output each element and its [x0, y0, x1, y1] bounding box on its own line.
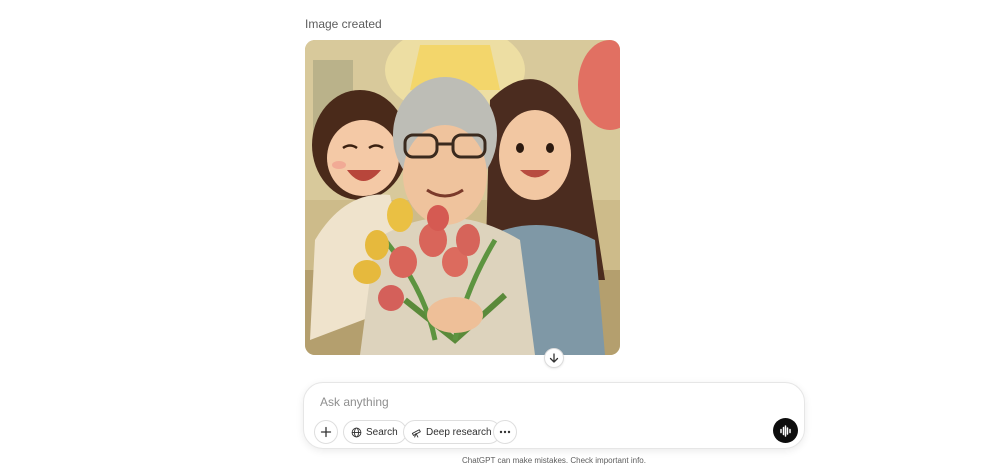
prompt-input[interactable] [320, 392, 760, 412]
search-label: Search [366, 426, 398, 438]
search-button[interactable]: Search [343, 420, 407, 444]
globe-icon [351, 427, 362, 437]
scroll-down-button[interactable] [544, 348, 564, 368]
plus-icon [320, 426, 332, 438]
chat-page: Image created Ask anything Search Deep r… [0, 0, 1000, 467]
family-illustration [305, 40, 620, 355]
telescope-icon [411, 428, 421, 438]
generated-image[interactable] [305, 40, 620, 355]
add-attachment-button[interactable] [314, 420, 338, 444]
voice-mode-button[interactable] [773, 418, 798, 443]
voice-waveform-icon [780, 424, 791, 437]
message-composer: Search Deep research [303, 382, 805, 449]
disclaimer-text: ChatGPT can make mistakes. Check importa… [462, 456, 646, 465]
more-icon [499, 430, 511, 434]
deep-research-button[interactable]: Deep research [403, 420, 501, 444]
more-tools-button[interactable] [493, 420, 517, 444]
deep-research-label: Deep research [426, 426, 492, 438]
arrow-down-icon [549, 353, 559, 363]
image-created-caption: Image created [305, 17, 382, 31]
